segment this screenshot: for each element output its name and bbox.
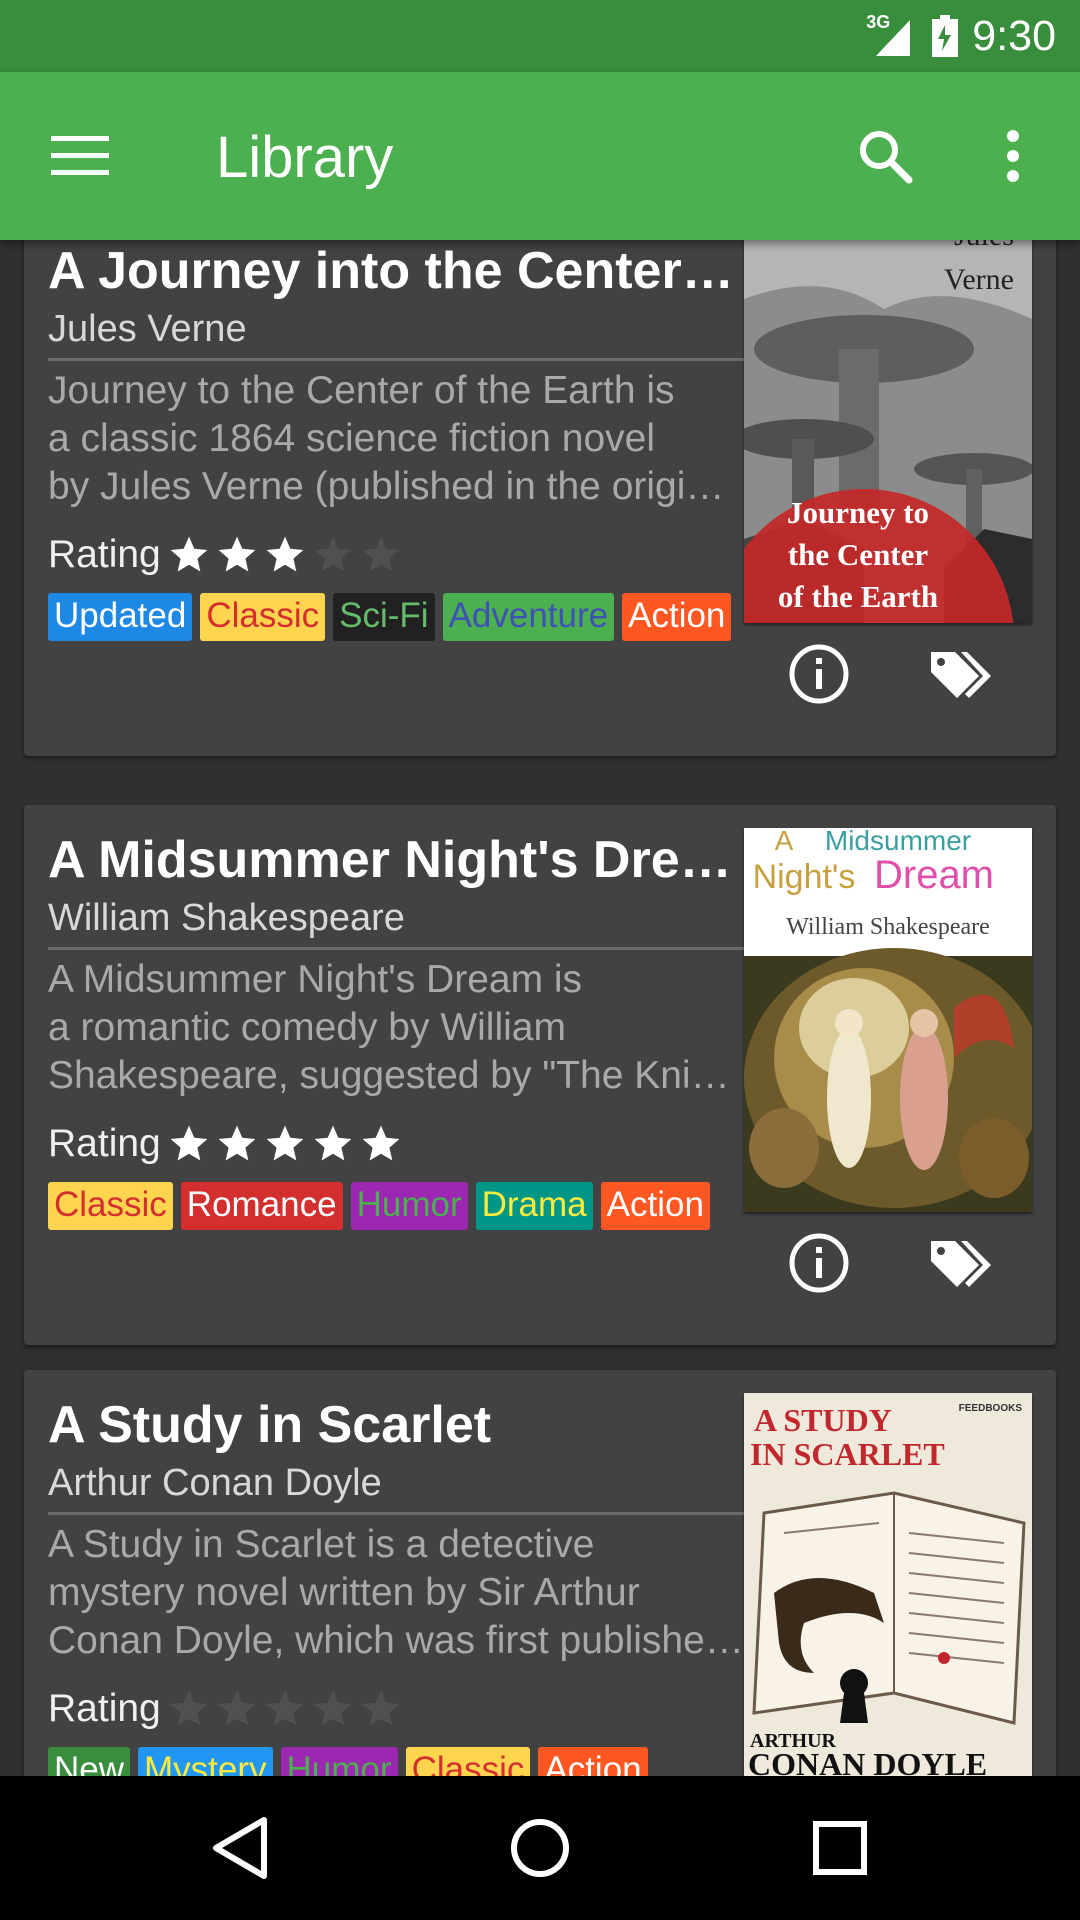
recents-button[interactable] bbox=[790, 1808, 890, 1888]
signal-icon: 3G bbox=[866, 12, 918, 56]
book-description: Journey to the Center of the Earth is a … bbox=[48, 369, 744, 508]
book-title: A Study in Scarlet bbox=[48, 1396, 492, 1454]
star-filled-icon[interactable] bbox=[263, 533, 307, 577]
rating-label: Rating bbox=[48, 1122, 161, 1165]
star-empty-icon[interactable] bbox=[311, 1687, 355, 1731]
app-bar: Library bbox=[0, 72, 1080, 240]
tag-chip[interactable]: New bbox=[48, 1747, 131, 1776]
book-description: A Midsummer Night's Dream is a romantic … bbox=[48, 958, 744, 1097]
cover-publisher-text: FEEDBOOKS bbox=[959, 1403, 1023, 1414]
star-filled-icon[interactable] bbox=[167, 533, 211, 577]
cover-title-text: the Center bbox=[788, 537, 929, 572]
cover-title-text: of the Earth bbox=[778, 579, 938, 614]
tags-icon bbox=[931, 652, 991, 698]
rating-stars[interactable] bbox=[167, 1122, 403, 1166]
star-filled-icon[interactable] bbox=[215, 533, 259, 577]
search-button[interactable] bbox=[845, 116, 925, 196]
star-filled-icon[interactable] bbox=[359, 1122, 403, 1166]
rating-label: Rating bbox=[48, 533, 161, 576]
home-icon bbox=[511, 1819, 569, 1877]
overflow-menu-button[interactable] bbox=[973, 116, 1053, 196]
book-card[interactable]: A Journey into the Center of the Earth J… bbox=[24, 240, 1056, 756]
tag-chip[interactable]: Classic bbox=[48, 1182, 173, 1230]
star-empty-icon[interactable] bbox=[311, 533, 355, 577]
star-empty-icon[interactable] bbox=[167, 1687, 211, 1731]
more-vert-icon bbox=[1007, 130, 1019, 182]
book-card[interactable]: A Study in Scarlet Arthur Conan Doyle A … bbox=[24, 1370, 1056, 1776]
star-empty-icon[interactable] bbox=[359, 533, 403, 577]
cover-title-text: Midsummer bbox=[825, 828, 971, 856]
rating-row: Rating bbox=[48, 527, 744, 583]
cover-title-text: Journey to bbox=[787, 495, 929, 530]
cover-title-text: Night's bbox=[753, 858, 856, 896]
status-bar: 3G 9:30 bbox=[0, 0, 1080, 72]
cover-title-text: IN SCARLET bbox=[750, 1436, 945, 1472]
star-filled-icon[interactable] bbox=[263, 1122, 307, 1166]
book-cover[interactable]: Jules Verne Journey to the Center of the… bbox=[744, 240, 1032, 623]
app-title: Library bbox=[216, 125, 394, 190]
star-empty-icon[interactable] bbox=[263, 1687, 307, 1731]
cover-author-text: Verne bbox=[944, 263, 1014, 296]
tag-list: Updated Classic Sci-Fi Adventure Action bbox=[48, 593, 744, 641]
tag-chip[interactable]: Humor bbox=[350, 1182, 468, 1230]
star-filled-icon[interactable] bbox=[311, 1122, 355, 1166]
home-button[interactable] bbox=[490, 1808, 590, 1888]
cover-title-text: Dream bbox=[874, 853, 994, 897]
rating-row: Rating bbox=[48, 1116, 744, 1172]
menu-button[interactable] bbox=[40, 116, 120, 196]
status-time: 9:30 bbox=[972, 11, 1056, 60]
book-author: Jules Verne bbox=[48, 304, 744, 361]
tag-chip[interactable]: Romance bbox=[180, 1182, 343, 1230]
tag-chip[interactable]: Action bbox=[538, 1747, 648, 1776]
book-author: William Shakespeare bbox=[48, 893, 744, 950]
rating-stars[interactable] bbox=[167, 533, 403, 577]
info-icon bbox=[789, 644, 849, 704]
book-author: Arthur Conan Doyle bbox=[48, 1458, 744, 1515]
book-cover[interactable]: A Midsummer Night's Dream William Shakes… bbox=[744, 828, 1032, 1212]
info-button[interactable] bbox=[781, 1225, 857, 1301]
star-empty-icon[interactable] bbox=[215, 1687, 259, 1731]
rating-stars[interactable] bbox=[167, 1687, 403, 1731]
tags-button[interactable] bbox=[922, 1225, 1002, 1301]
book-title: A Midsummer Night's Dream bbox=[48, 831, 744, 889]
cover-title-text: A bbox=[775, 828, 794, 856]
tag-chip[interactable]: Action bbox=[600, 1182, 710, 1230]
search-icon bbox=[860, 131, 913, 184]
rating-row: Rating bbox=[48, 1681, 744, 1737]
back-button[interactable] bbox=[190, 1808, 290, 1888]
book-list[interactable]: A Journey into the Center of the Earth J… bbox=[0, 240, 1080, 1776]
navigation-bar bbox=[0, 1776, 1080, 1920]
star-empty-icon[interactable] bbox=[359, 1687, 403, 1731]
cover-author-text: CONAN DOYLE bbox=[748, 1746, 987, 1776]
book-cover[interactable]: A STUDY IN SCARLET FEEDBOOKS ARTHUR CONA… bbox=[744, 1393, 1032, 1776]
tag-chip[interactable]: Adventure bbox=[442, 593, 615, 641]
battery-icon bbox=[932, 15, 959, 57]
tag-list: Classic Romance Humor Drama Action bbox=[48, 1182, 744, 1230]
info-button[interactable] bbox=[781, 636, 857, 712]
star-filled-icon[interactable] bbox=[215, 1122, 259, 1166]
info-icon bbox=[789, 1233, 849, 1293]
tag-chip[interactable]: Humor bbox=[280, 1747, 398, 1776]
cover-author-text: Jules bbox=[954, 240, 1014, 252]
back-icon bbox=[213, 1817, 267, 1879]
star-filled-icon[interactable] bbox=[167, 1122, 211, 1166]
tag-chip[interactable]: Action bbox=[622, 593, 732, 641]
book-description: A Study in Scarlet is a detective myster… bbox=[48, 1523, 744, 1662]
cover-author-text: William Shakespeare bbox=[786, 914, 990, 940]
book-title: A Journey into the Center of the Earth bbox=[48, 242, 744, 300]
tag-chip[interactable]: Classic bbox=[405, 1747, 531, 1776]
book-card[interactable]: A Midsummer Night's Dream William Shakes… bbox=[24, 805, 1056, 1345]
tag-chip[interactable]: Classic bbox=[200, 593, 326, 641]
tag-chip[interactable]: Updated bbox=[48, 593, 193, 641]
tag-list: New Mystery Humor Classic Action bbox=[48, 1747, 744, 1776]
cover-title-text: A STUDY bbox=[754, 1402, 892, 1438]
menu-icon bbox=[51, 136, 109, 175]
tags-icon bbox=[931, 1241, 991, 1287]
tag-chip[interactable]: Sci-Fi bbox=[333, 593, 435, 641]
rating-label: Rating bbox=[48, 1687, 161, 1730]
tag-chip[interactable]: Drama bbox=[475, 1182, 593, 1230]
tag-chip[interactable]: Mystery bbox=[138, 1747, 273, 1776]
recents-icon bbox=[813, 1821, 867, 1875]
tags-button[interactable] bbox=[922, 636, 1002, 712]
